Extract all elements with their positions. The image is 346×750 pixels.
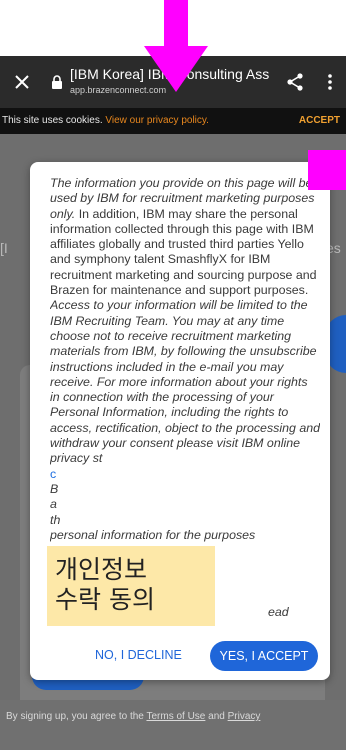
background-text-left: [I <box>0 240 8 256</box>
privacy-policy-link[interactable]: View our privacy policy. <box>105 115 209 126</box>
consent-para2-start: B <box>50 481 59 496</box>
decline-button[interactable]: NO, I DECLINE <box>95 648 182 662</box>
share-icon[interactable] <box>285 72 305 92</box>
privacy-link[interactable]: Privacy <box>228 711 261 722</box>
consent-para2-read: ead <box>268 605 289 616</box>
highlight-marker <box>308 150 346 190</box>
korean-consent-label: 개인정보 수락 동의 <box>47 546 215 626</box>
consent-para2-last: personal information for the purposes <box>50 527 256 542</box>
accept-button[interactable]: YES, I ACCEPT <box>210 641 318 671</box>
more-options-icon[interactable] <box>326 72 334 92</box>
terms-link[interactable]: Terms of Use <box>146 711 205 722</box>
footer-and: and <box>205 711 228 722</box>
background-footer <box>0 700 346 750</box>
footer-prefix: By signing up, you agree to the <box>6 711 147 722</box>
cookie-text: This site uses cookies. <box>2 115 106 126</box>
consent-para2-th: th <box>50 512 61 527</box>
consent-rights: Access to your information will be limit… <box>50 298 320 466</box>
consent-para2-a: a <box>50 497 57 512</box>
label-line-2: 수락 동의 <box>55 585 155 614</box>
privacy-statement-link[interactable]: c <box>50 467 56 481</box>
label-line-1: 개인정보 <box>55 555 148 584</box>
consent-sharing: In addition, IBM may share the personal … <box>50 206 317 298</box>
close-icon[interactable] <box>12 72 32 92</box>
footer-terms-text: By signing up, you agree to the Terms of… <box>6 711 260 722</box>
lock-icon <box>52 75 62 89</box>
cookie-accept-button[interactable]: ACCEPT <box>299 108 340 134</box>
cookie-banner: This site uses cookies. View our privacy… <box>0 108 346 134</box>
pointer-arrow-icon <box>144 0 208 92</box>
